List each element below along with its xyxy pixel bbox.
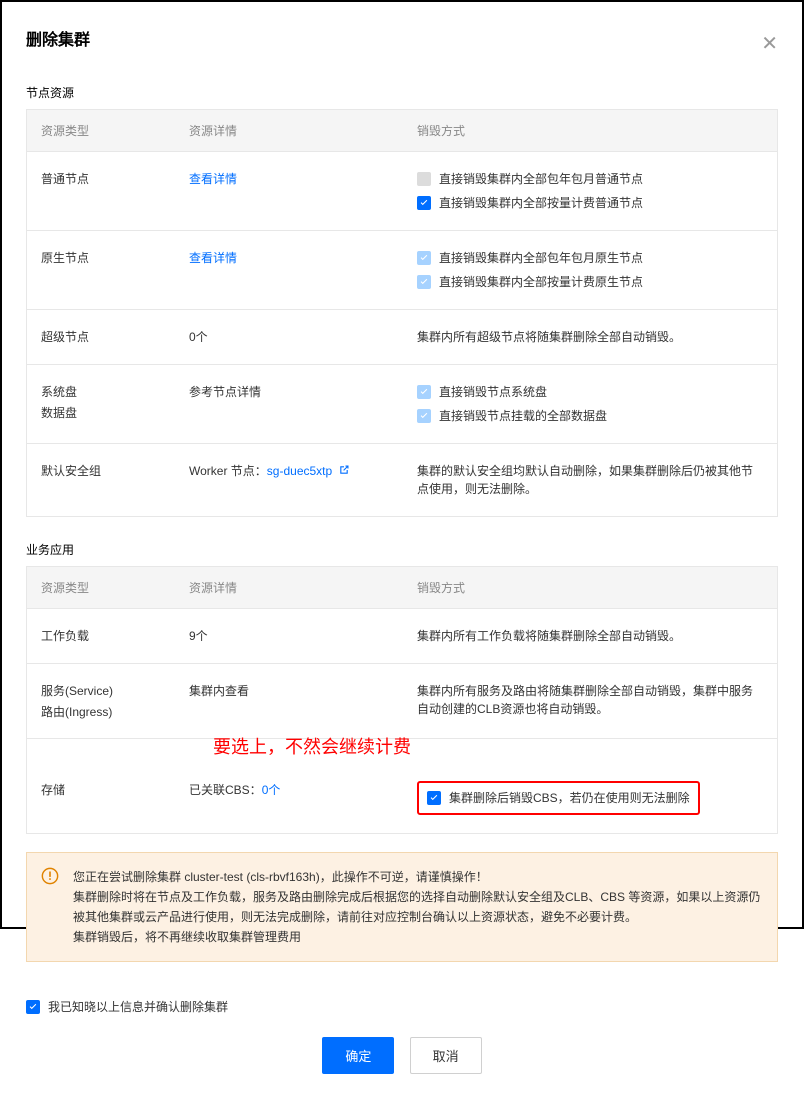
- cell-detail: 集群内查看: [175, 664, 403, 717]
- confirm-label: 我已知晓以上信息并确认删除集群: [48, 998, 228, 1015]
- warning-line1: 您正在尝试删除集群 cluster-test (cls-rbvf163h)，此操…: [73, 867, 761, 887]
- checkbox-common-prepaid[interactable]: [417, 172, 431, 186]
- warning-line3: 集群销毁后，将不再继续收取集群管理费用: [73, 927, 761, 947]
- view-detail-link[interactable]: 查看详情: [189, 172, 237, 186]
- row-disk: 系统盘 数据盘 参考节点详情 直接销毁节点系统盘 直接销毁节点挂载的全部数据盘: [27, 365, 777, 444]
- cell-type: 普通节点: [27, 152, 175, 205]
- cell-type: 工作负载: [27, 609, 175, 662]
- section-apps-title: 业务应用: [26, 535, 778, 566]
- sg-link[interactable]: sg-duec5xtp: [267, 464, 332, 478]
- annotation-highlight-box: 集群删除后销毁CBS，若仍在使用则无法删除: [417, 781, 700, 815]
- cell-type: 默认安全组: [27, 444, 175, 497]
- header-resource-type: 资源类型: [27, 110, 175, 151]
- checkbox-destroy-cbs[interactable]: [427, 791, 441, 805]
- nodes-table: 资源类型 资源详情 销毁方式 普通节点 查看详情 直接销毁集群内全部包年包月普通…: [26, 109, 778, 517]
- row-service-ingress: 服务(Service) 路由(Ingress) 集群内查看 集群内所有服务及路由…: [27, 664, 777, 739]
- row-native-node: 原生节点 查看详情 直接销毁集群内全部包年包月原生节点 直接销毁集群内全部按量计…: [27, 231, 777, 310]
- checkbox-label: 集群删除后销毁CBS，若仍在使用则无法删除: [449, 789, 690, 807]
- sg-prefix: Worker 节点：: [189, 464, 267, 478]
- warning-box: 您正在尝试删除集群 cluster-test (cls-rbvf163h)，此操…: [26, 852, 778, 962]
- warning-line2: 集群删除时将在节点及工作负载，服务及路由删除完成后根据您的选择自动删除默认安全组…: [73, 887, 761, 927]
- external-link-icon: [338, 464, 350, 476]
- cell-detail: 9个: [175, 609, 403, 662]
- checkbox-common-postpaid[interactable]: [417, 196, 431, 210]
- close-icon[interactable]: ✕: [761, 34, 778, 54]
- cancel-button[interactable]: 取消: [410, 1037, 482, 1074]
- checkbox-native-prepaid[interactable]: [417, 251, 431, 265]
- checkbox-label: 直接销毁集群内全部包年包月原生节点: [439, 249, 643, 267]
- annotation-text: 要选上，不然会继续计费: [213, 733, 777, 759]
- cell-type: 存储: [27, 763, 175, 816]
- row-storage: 存储 已关联CBS：0个 集群删除后销毁CBS，若仍在使用则无法删除: [27, 763, 777, 834]
- checkbox-sysdisk[interactable]: [417, 385, 431, 399]
- cell-type: 服务(Service) 路由(Ingress): [27, 664, 175, 738]
- cbs-prefix: 已关联CBS：: [189, 783, 262, 797]
- checkbox-label: 直接销毁节点系统盘: [439, 383, 547, 401]
- section-nodes-title: 节点资源: [26, 78, 778, 109]
- checkbox-label: 直接销毁节点挂载的全部数据盘: [439, 407, 607, 425]
- warning-icon: [41, 867, 59, 885]
- row-security-group: 默认安全组 Worker 节点：sg-duec5xtp 集群的默认安全组均默认自…: [27, 444, 777, 517]
- row-workload: 工作负载 9个 集群内所有工作负载将随集群删除全部自动销毁。: [27, 609, 777, 664]
- checkbox-label: 直接销毁集群内全部按量计费原生节点: [439, 273, 643, 291]
- cell-type: 原生节点: [27, 231, 175, 284]
- view-detail-link[interactable]: 查看详情: [189, 251, 237, 265]
- checkbox-confirm-delete[interactable]: [26, 1000, 40, 1014]
- dialog-title: 删除集群: [26, 26, 778, 50]
- header-destroy-method: 销毁方式: [403, 567, 777, 608]
- checkbox-native-postpaid[interactable]: [417, 275, 431, 289]
- checkbox-datadisk[interactable]: [417, 409, 431, 423]
- cbs-count-link[interactable]: 0个: [262, 783, 281, 797]
- header-resource-detail: 资源详情: [175, 567, 403, 608]
- checkbox-label: 直接销毁集群内全部包年包月普通节点: [439, 170, 643, 188]
- row-common-node: 普通节点 查看详情 直接销毁集群内全部包年包月普通节点 直接销毁集群内全部按量计…: [27, 152, 777, 231]
- cell-type: 系统盘 数据盘: [27, 365, 175, 439]
- cell-method: 集群内所有服务及路由将随集群删除全部自动销毁，集群中服务自动创建的CLB资源也将…: [403, 664, 777, 736]
- cell-method: 集群内所有超级节点将随集群删除全部自动销毁。: [403, 310, 777, 364]
- header-destroy-method: 销毁方式: [403, 110, 777, 151]
- cell-detail: 0个: [175, 310, 403, 363]
- cell-method: 集群的默认安全组均默认自动删除，如果集群删除后仍被其他节点使用，则无法删除。: [403, 444, 777, 516]
- checkbox-label: 直接销毁集群内全部按量计费普通节点: [439, 194, 643, 212]
- row-super-node: 超级节点 0个 集群内所有超级节点将随集群删除全部自动销毁。: [27, 310, 777, 365]
- ok-button[interactable]: 确定: [322, 1037, 394, 1074]
- cell-detail: 参考节点详情: [175, 365, 403, 418]
- cell-method: 集群内所有工作负载将随集群删除全部自动销毁。: [403, 609, 777, 663]
- table-header: 资源类型 资源详情 销毁方式: [27, 567, 777, 609]
- cell-type: 超级节点: [27, 310, 175, 363]
- table-header: 资源类型 资源详情 销毁方式: [27, 110, 777, 152]
- apps-table: 资源类型 资源详情 销毁方式 工作负载 9个 集群内所有工作负载将随集群删除全部…: [26, 566, 778, 834]
- header-resource-type: 资源类型: [27, 567, 175, 608]
- header-resource-detail: 资源详情: [175, 110, 403, 151]
